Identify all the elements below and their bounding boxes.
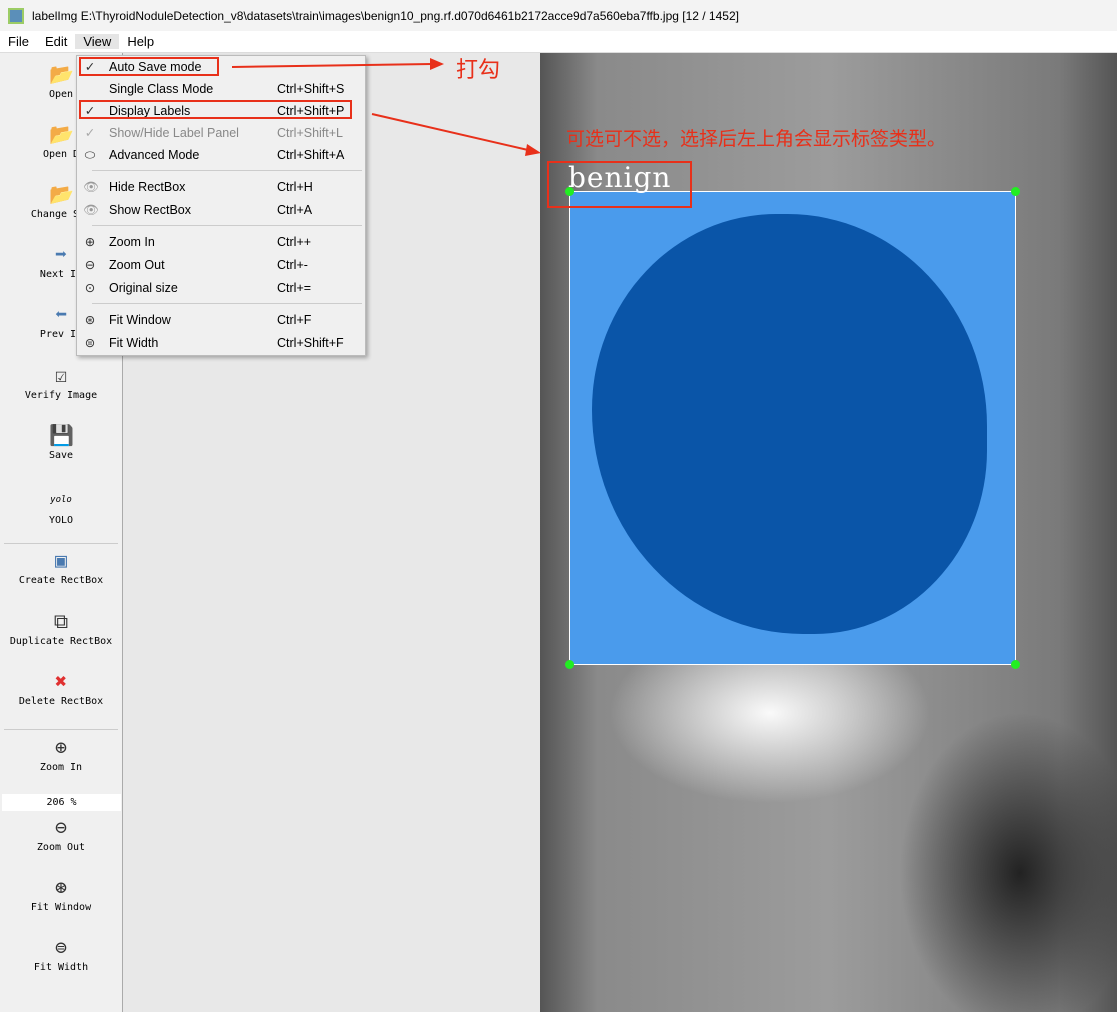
annotation-check: 打勾: [456, 57, 501, 82]
annotation-note: 可选可不选，选择后左上角会显示标签类型。: [566, 129, 947, 150]
annotation-arrows: [231, 58, 541, 156]
